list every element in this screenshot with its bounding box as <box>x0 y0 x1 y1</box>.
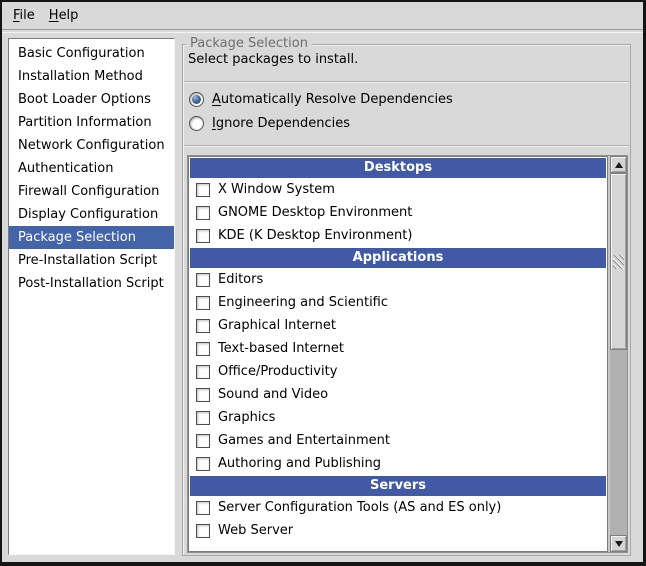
package-label: Graphical Internet <box>218 318 336 333</box>
sidebar-item-pre-installation-script[interactable]: Pre-Installation Script <box>9 249 174 272</box>
package-label: Games and Entertainment <box>218 433 390 448</box>
sidebar-item-firewall-configuration[interactable]: Firewall Configuration <box>9 180 174 203</box>
scroll-up-button[interactable] <box>610 156 627 173</box>
package-label: Graphics <box>218 410 275 425</box>
package-label: Editors <box>218 272 263 287</box>
package-row-kde-k-desktop-environment[interactable]: KDE (K Desktop Environment) <box>189 224 607 247</box>
package-row-gnome-desktop-environment[interactable]: GNOME Desktop Environment <box>189 201 607 224</box>
description-text: Select packages to install. <box>188 52 358 67</box>
package-row-authoring-and-publishing[interactable]: Authoring and Publishing <box>189 452 607 475</box>
package-label: Web Server <box>218 523 293 538</box>
web-server-checkbox[interactable] <box>196 524 210 538</box>
package-row-engineering-and-scientific[interactable]: Engineering and Scientific <box>189 291 607 314</box>
package-label: Engineering and Scientific <box>218 295 388 310</box>
frame-title: Package Selection <box>186 36 312 51</box>
package-label: KDE (K Desktop Environment) <box>218 228 412 243</box>
sound-and-video-checkbox[interactable] <box>196 388 210 402</box>
package-row-text-based-internet[interactable]: Text-based Internet <box>189 337 607 360</box>
group-header-desktops: Desktops <box>190 158 606 178</box>
separator <box>184 81 629 83</box>
down-arrow-icon <box>615 541 623 547</box>
office-productivity-checkbox[interactable] <box>196 365 210 379</box>
dependency-options: Automatically Resolve Dependencies Ignore… <box>189 89 453 133</box>
radio-label: Ignore Dependencies <box>212 116 350 131</box>
sidebar-item-network-configuration[interactable]: Network Configuration <box>9 134 174 157</box>
graphics-checkbox[interactable] <box>196 411 210 425</box>
package-selection-frame: Package Selection Select packages to ins… <box>182 44 631 556</box>
sidebar-item-authentication[interactable]: Authentication <box>9 157 174 180</box>
editors-checkbox[interactable] <box>196 273 210 287</box>
sidebar-item-post-installation-script[interactable]: Post-Installation Script <box>9 272 174 295</box>
menu-file[interactable]: File <box>6 5 42 26</box>
package-row-x-window-system[interactable]: X Window System <box>189 178 607 201</box>
menubar: File Help <box>2 2 643 29</box>
group-header-servers: Servers <box>190 476 606 496</box>
radio-button-icon[interactable] <box>189 92 204 107</box>
package-row-office-productivity[interactable]: Office/Productivity <box>189 360 607 383</box>
graphical-internet-checkbox[interactable] <box>196 319 210 333</box>
radio-label: Automatically Resolve Dependencies <box>212 92 453 107</box>
package-label: Sound and Video <box>218 387 328 402</box>
package-list-viewport: Desktops X Window System GNOME Desktop Env… <box>188 156 608 552</box>
kickstart-configurator-window: File Help Basic ConfigurationInstallatio… <box>0 0 646 566</box>
scrollbar-trough[interactable] <box>610 350 627 535</box>
sidebar-item-installation-method[interactable]: Installation Method <box>9 65 174 88</box>
scrollbar-thumb[interactable] <box>610 173 627 350</box>
package-label: Text-based Internet <box>218 341 344 356</box>
sidebar-item-partition-information[interactable]: Partition Information <box>9 111 174 134</box>
vertical-scrollbar[interactable] <box>610 156 627 552</box>
package-row-sound-and-video[interactable]: Sound and Video <box>189 383 607 406</box>
package-label: Authoring and Publishing <box>218 456 381 471</box>
gnome-desktop-environment-checkbox[interactable] <box>196 206 210 220</box>
separator <box>184 145 629 147</box>
package-label: Server Configuration Tools (AS and ES on… <box>218 500 501 515</box>
server-configuration-tools-as-and-es-only-checkbox[interactable] <box>196 501 210 515</box>
text-based-internet-checkbox[interactable] <box>196 342 210 356</box>
group-header-applications: Applications <box>190 248 606 268</box>
package-row-server-configuration-tools-as-and-es-only[interactable]: Server Configuration Tools (AS and ES on… <box>189 496 607 519</box>
x-window-system-checkbox[interactable] <box>196 183 210 197</box>
sidebar-item-display-configuration[interactable]: Display Configuration <box>9 203 174 226</box>
radio-button-icon[interactable] <box>189 116 204 131</box>
package-row-graphics[interactable]: Graphics <box>189 406 607 429</box>
package-label: X Window System <box>218 182 335 197</box>
authoring-and-publishing-checkbox[interactable] <box>196 457 210 471</box>
package-row-web-server[interactable]: Web Server <box>189 519 607 542</box>
thumb-grip-icon <box>613 255 624 269</box>
radio-automatically-resolve-dependencies[interactable]: Automatically Resolve Dependencies <box>189 89 453 109</box>
package-label: GNOME Desktop Environment <box>218 205 412 220</box>
package-groups-scrollarea: Desktops X Window System GNOME Desktop Env… <box>187 155 628 553</box>
scroll-down-button[interactable] <box>610 535 627 552</box>
sidebar-item-boot-loader-options[interactable]: Boot Loader Options <box>9 88 174 111</box>
menubar-separator <box>2 29 643 33</box>
config-sections-list: Basic ConfigurationInstallation MethodBo… <box>8 38 175 555</box>
games-and-entertainment-checkbox[interactable] <box>196 434 210 448</box>
engineering-and-scientific-checkbox[interactable] <box>196 296 210 310</box>
up-arrow-icon <box>615 162 623 168</box>
radio-ignore-dependencies[interactable]: Ignore Dependencies <box>189 113 453 133</box>
package-label: Office/Productivity <box>218 364 337 379</box>
package-row-editors[interactable]: Editors <box>189 268 607 291</box>
sidebar-item-package-selection[interactable]: Package Selection <box>9 226 174 249</box>
sidebar-item-basic-configuration[interactable]: Basic Configuration <box>9 42 174 65</box>
package-row-games-and-entertainment[interactable]: Games and Entertainment <box>189 429 607 452</box>
kde-k-desktop-environment-checkbox[interactable] <box>196 229 210 243</box>
menu-help[interactable]: Help <box>42 5 86 26</box>
package-row-graphical-internet[interactable]: Graphical Internet <box>189 314 607 337</box>
